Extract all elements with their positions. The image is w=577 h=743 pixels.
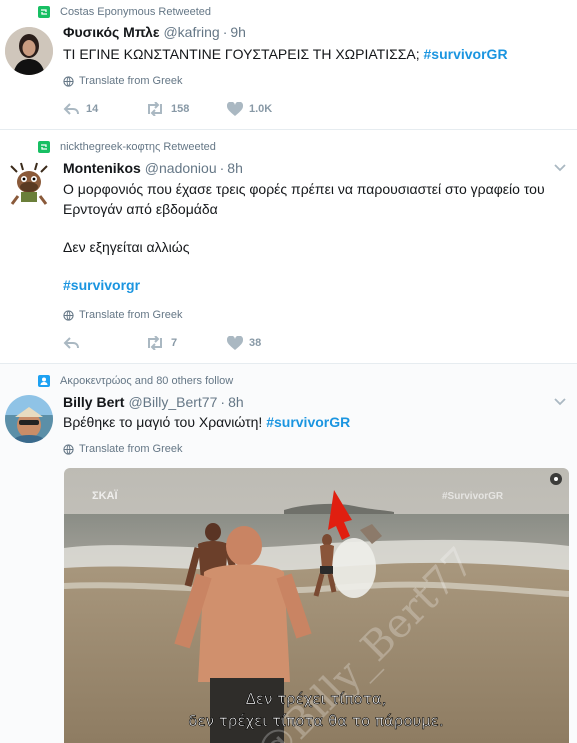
subtitle-line: Δεν τρέχει τίποτα, [246,690,387,708]
separator-dot: · [220,394,226,410]
tweet-text-line: Ερντογάν από εβδομάδα [63,201,218,217]
translate-label: Translate from Greek [79,309,183,321]
globe-icon [63,309,74,321]
like-button[interactable]: 38 [227,336,309,350]
retweeter-label[interactable]: Costas Eponymous Retweeted [60,6,211,18]
reply-button[interactable] [63,336,145,350]
avatar[interactable] [5,395,53,443]
channel-logo: ΣΚΑΪ [92,489,118,502]
tweet[interactable]: nickthegreek-κοφτης Retweeted Montenikos… [0,130,577,364]
retweet-icon [38,141,50,153]
tweet-text-line: Δεν εξηγείται αλλιώς [63,239,190,255]
tweet-header: Φυσικός Μπλε @kafring · 9h [63,24,246,40]
tweet-text-body: ΤΙ ΕΓΙΝΕ ΚΩΝΣΤΑΝΤΙΝΕ ΓΟΥΣΤΑΡΕΙΣ ΤΗ ΧΩΡΙΑ… [63,46,420,62]
globe-icon [63,75,74,87]
avatar[interactable] [5,160,53,208]
translate-link[interactable]: Translate from Greek [63,75,183,87]
reply-button[interactable]: 14 [63,102,145,116]
reply-icon [63,103,79,115]
retweet-count: 7 [171,337,178,349]
retweet-button[interactable]: 158 [145,102,227,116]
tweet-text: ΤΙ ΕΓΙΝΕ ΚΩΝΣΤΑΝΤΙΝΕ ΓΟΥΣΤΑΡΕΙΣ ΤΗ ΧΩΡΙΑ… [63,44,563,64]
separator-dot: · [219,160,225,176]
display-name[interactable]: Billy Bert [63,394,124,410]
person-follow-icon [38,375,50,387]
tweet-actions: 14 158 1.0K [63,102,309,116]
retweet-count: 158 [171,103,190,115]
retweet-context: nickthegreek-κοφτης Retweeted [38,141,216,153]
tweet-media-gif[interactable]: ΣΚΑΪ #SurvivorGR @Billy_Bert77 Δεν τρέχε… [64,468,569,743]
retweet-icon [148,102,162,116]
heart-icon [227,102,243,116]
hashtag-link[interactable]: #survivorGR [424,46,508,62]
hashtag-link[interactable]: #survivorGR [266,414,350,430]
retweet-button[interactable]: 7 [145,336,227,350]
channel-tag: #SurvivorGR [442,491,504,502]
tweet[interactable]: Costas Eponymous Retweeted Φυσικός Μπλε … [0,0,577,130]
tweet-text-body: Βρέθηκε το μαγιό του Χρανιώτη! [63,414,263,430]
tweet-text-line: Ο μορφονιός που έχασε τρεις φορές πρέπει… [63,181,545,197]
timestamp[interactable]: 8h [228,394,244,410]
display-name[interactable]: Φυσικός Μπλε [63,24,159,40]
like-count: 38 [249,337,262,349]
tweet-header: Montenikos @nadoniou · 8h [63,160,243,176]
reply-count: 14 [86,103,99,115]
retweeter-label[interactable]: nickthegreek-κοφτης Retweeted [60,141,216,153]
tweet[interactable]: Ακροκεντρώος and 80 others follow Billy … [0,364,577,743]
timestamp[interactable]: 8h [227,160,243,176]
username[interactable]: @Billy_Bert77 [128,394,217,410]
follow-context-label[interactable]: Ακροκεντρώος and 80 others follow [60,375,233,387]
retweet-context: Costas Eponymous Retweeted [38,6,211,18]
like-button[interactable]: 1.0K [227,102,309,116]
translate-link[interactable]: Translate from Greek [63,309,183,321]
reply-icon [63,337,79,349]
translate-link[interactable]: Translate from Greek [63,443,183,455]
chevron-down-icon[interactable] [553,394,567,408]
translate-label: Translate from Greek [79,443,183,455]
heart-icon [227,336,243,350]
tweet-header: Billy Bert @Billy_Bert77 · 8h [63,394,244,410]
hashtag-link[interactable]: #survivorgr [63,275,563,295]
retweet-icon [38,6,50,18]
tweet-actions: 7 38 [63,336,309,350]
username[interactable]: @kafring [163,24,219,40]
like-count: 1.0K [249,103,273,115]
globe-icon [63,443,74,455]
display-name[interactable]: Montenikos [63,160,141,176]
subtitle-line: δεν τρέχει τίποτα θα το πάρουμε. [188,712,443,730]
chevron-down-icon[interactable] [553,160,567,174]
tweet-text: Βρέθηκε το μαγιό του Χρανιώτη! #survivor… [63,412,563,432]
username[interactable]: @nadoniou [145,160,217,176]
avatar[interactable] [5,27,53,75]
translate-label: Translate from Greek [79,75,183,87]
timestamp[interactable]: 9h [230,24,246,40]
separator-dot: · [222,24,228,40]
retweet-icon [148,336,162,350]
tweet-text: Ο μορφονιός που έχασε τρεις φορές πρέπει… [63,179,563,295]
follow-context: Ακροκεντρώος and 80 others follow [38,375,233,387]
